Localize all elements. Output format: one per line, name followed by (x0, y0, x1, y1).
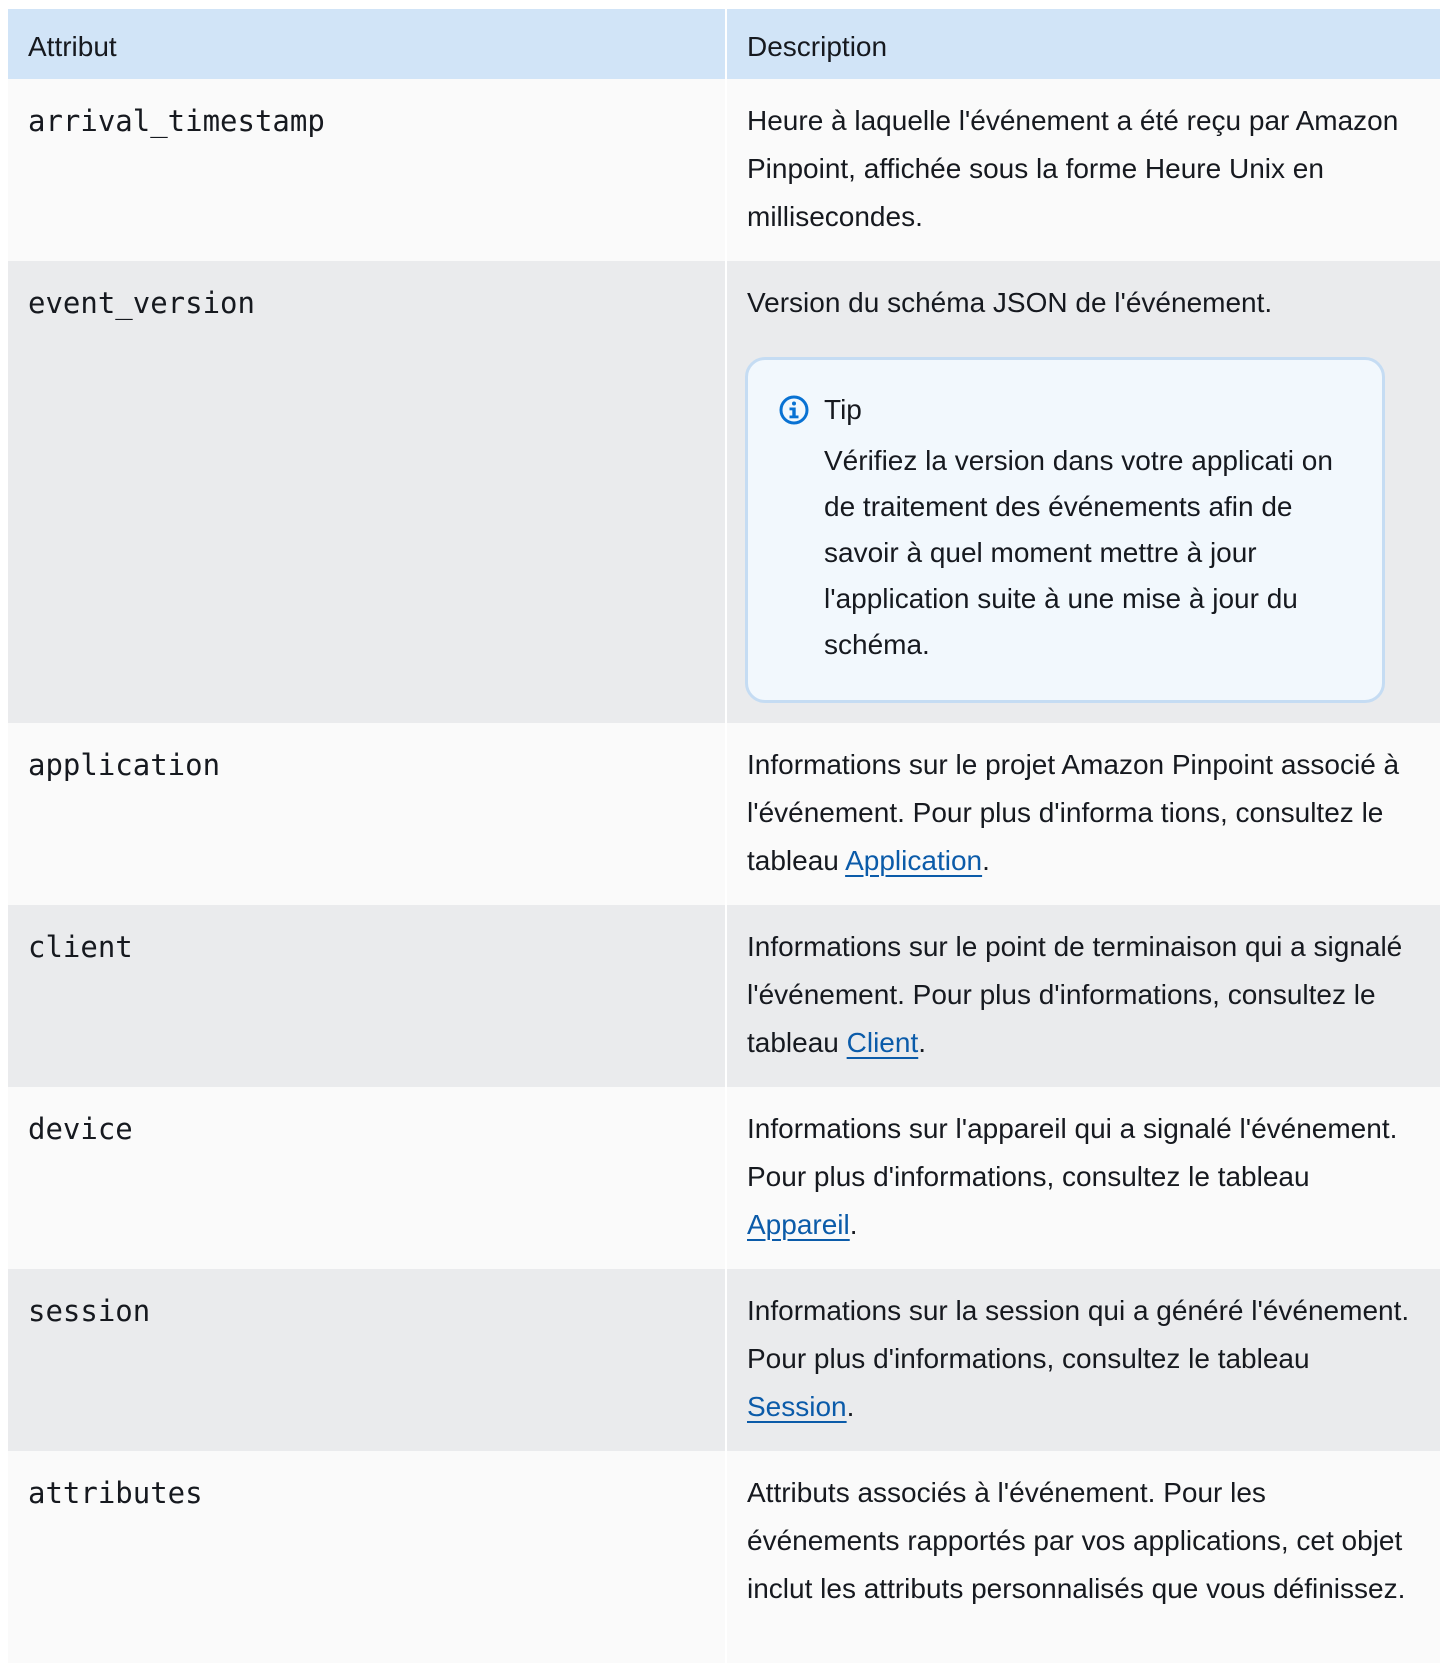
attributes-table: Attribut Description arrival_timestamp H… (8, 9, 1440, 1663)
attribute-description: Attributs associés à l'événement. Pour l… (747, 1477, 1406, 1604)
attribute-name: attributes (28, 1476, 203, 1510)
attribute-description: Informations sur l'appareil qui a signal… (747, 1113, 1398, 1240)
client-table-link[interactable]: Client (847, 1027, 919, 1058)
table-row: attributes Attributs associés à l'événem… (8, 1451, 1440, 1663)
column-header-description: Description (725, 9, 1440, 79)
table-row: device Informations sur l'appareil qui a… (8, 1087, 1440, 1269)
attribute-description: Informations sur la session qui a généré… (747, 1295, 1410, 1422)
attribute-name: application (28, 748, 221, 782)
table-row: arrival_timestamp Heure à laquelle l'évé… (8, 79, 1440, 261)
tip-callout: Tip Vérifiez la version dans votre appli… (745, 357, 1385, 703)
table-header-row: Attribut Description (8, 9, 1440, 79)
attribute-description: Informations sur le point de terminaison… (747, 931, 1403, 1058)
attribute-description: Informations sur le projet Amazon Pinpoi… (747, 749, 1400, 876)
table-row: session Informations sur la session qui … (8, 1269, 1440, 1451)
attribute-name: event_version (28, 286, 255, 320)
attribute-name: device (28, 1112, 133, 1146)
info-icon (779, 395, 809, 425)
session-table-link[interactable]: Session (747, 1391, 847, 1422)
application-table-link[interactable]: Application (845, 845, 982, 876)
attribute-description: Version du schéma JSON de l'événement. (747, 287, 1273, 318)
attribute-description: Heure à laquelle l'événement a été reçu … (747, 105, 1399, 232)
device-table-link[interactable]: Appareil (747, 1209, 850, 1240)
table-row: client Informations sur le point de term… (8, 905, 1440, 1087)
table-row: event_version Version du schéma JSON de … (8, 261, 1440, 723)
attribute-name: arrival_timestamp (28, 104, 325, 138)
attribute-name: client (28, 930, 133, 964)
tip-title: Tip (824, 394, 862, 425)
table-row: application Informations sur le projet A… (8, 723, 1440, 905)
column-header-attribute: Attribut (8, 9, 726, 79)
tip-body: Vérifiez la version dans votre applicati… (824, 445, 1333, 660)
attribute-name: session (28, 1294, 151, 1328)
